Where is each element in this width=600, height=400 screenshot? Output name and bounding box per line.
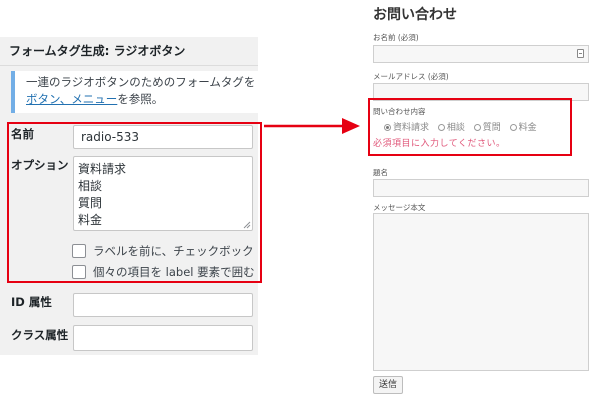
id-attribute-label: ID 属性 [11, 295, 52, 309]
class-attribute-label: クラス属性 [11, 328, 69, 342]
email-field-label: メールアドレス (必須) [373, 72, 449, 81]
name-field[interactable] [373, 45, 589, 63]
buttons-menu-link[interactable]: ボタン、メニュー [26, 92, 117, 106]
highlight-box-generator [7, 122, 262, 283]
arrow-right-icon [264, 118, 360, 134]
highlight-box-preview [368, 98, 572, 156]
message-textarea[interactable] [373, 213, 589, 371]
subject-label: 題名 [373, 168, 388, 177]
description-line2: ボタン、メニューを参照。 [26, 91, 258, 108]
contact-form-title: お問い合わせ [373, 7, 457, 23]
subject-field[interactable] [373, 179, 589, 197]
description-line1: 一連のラジオボタンのためのフォームタグを [26, 75, 256, 89]
message-label: メッセージ本文 [373, 203, 426, 212]
id-attribute-input[interactable] [73, 293, 253, 317]
autofill-key-icon [577, 49, 584, 58]
class-attribute-input[interactable] [73, 325, 253, 351]
name-field-label: お名前 (必須) [373, 33, 419, 42]
description-suffix: を参照。 [117, 92, 164, 106]
generator-description: 一連のラジオボタンのためのフォームタグを ボタン、メニューを参照。 [11, 71, 258, 113]
submit-button[interactable]: 送信 [373, 376, 403, 394]
generator-title: フォームタグ生成: ラジオボタン [0, 37, 258, 66]
